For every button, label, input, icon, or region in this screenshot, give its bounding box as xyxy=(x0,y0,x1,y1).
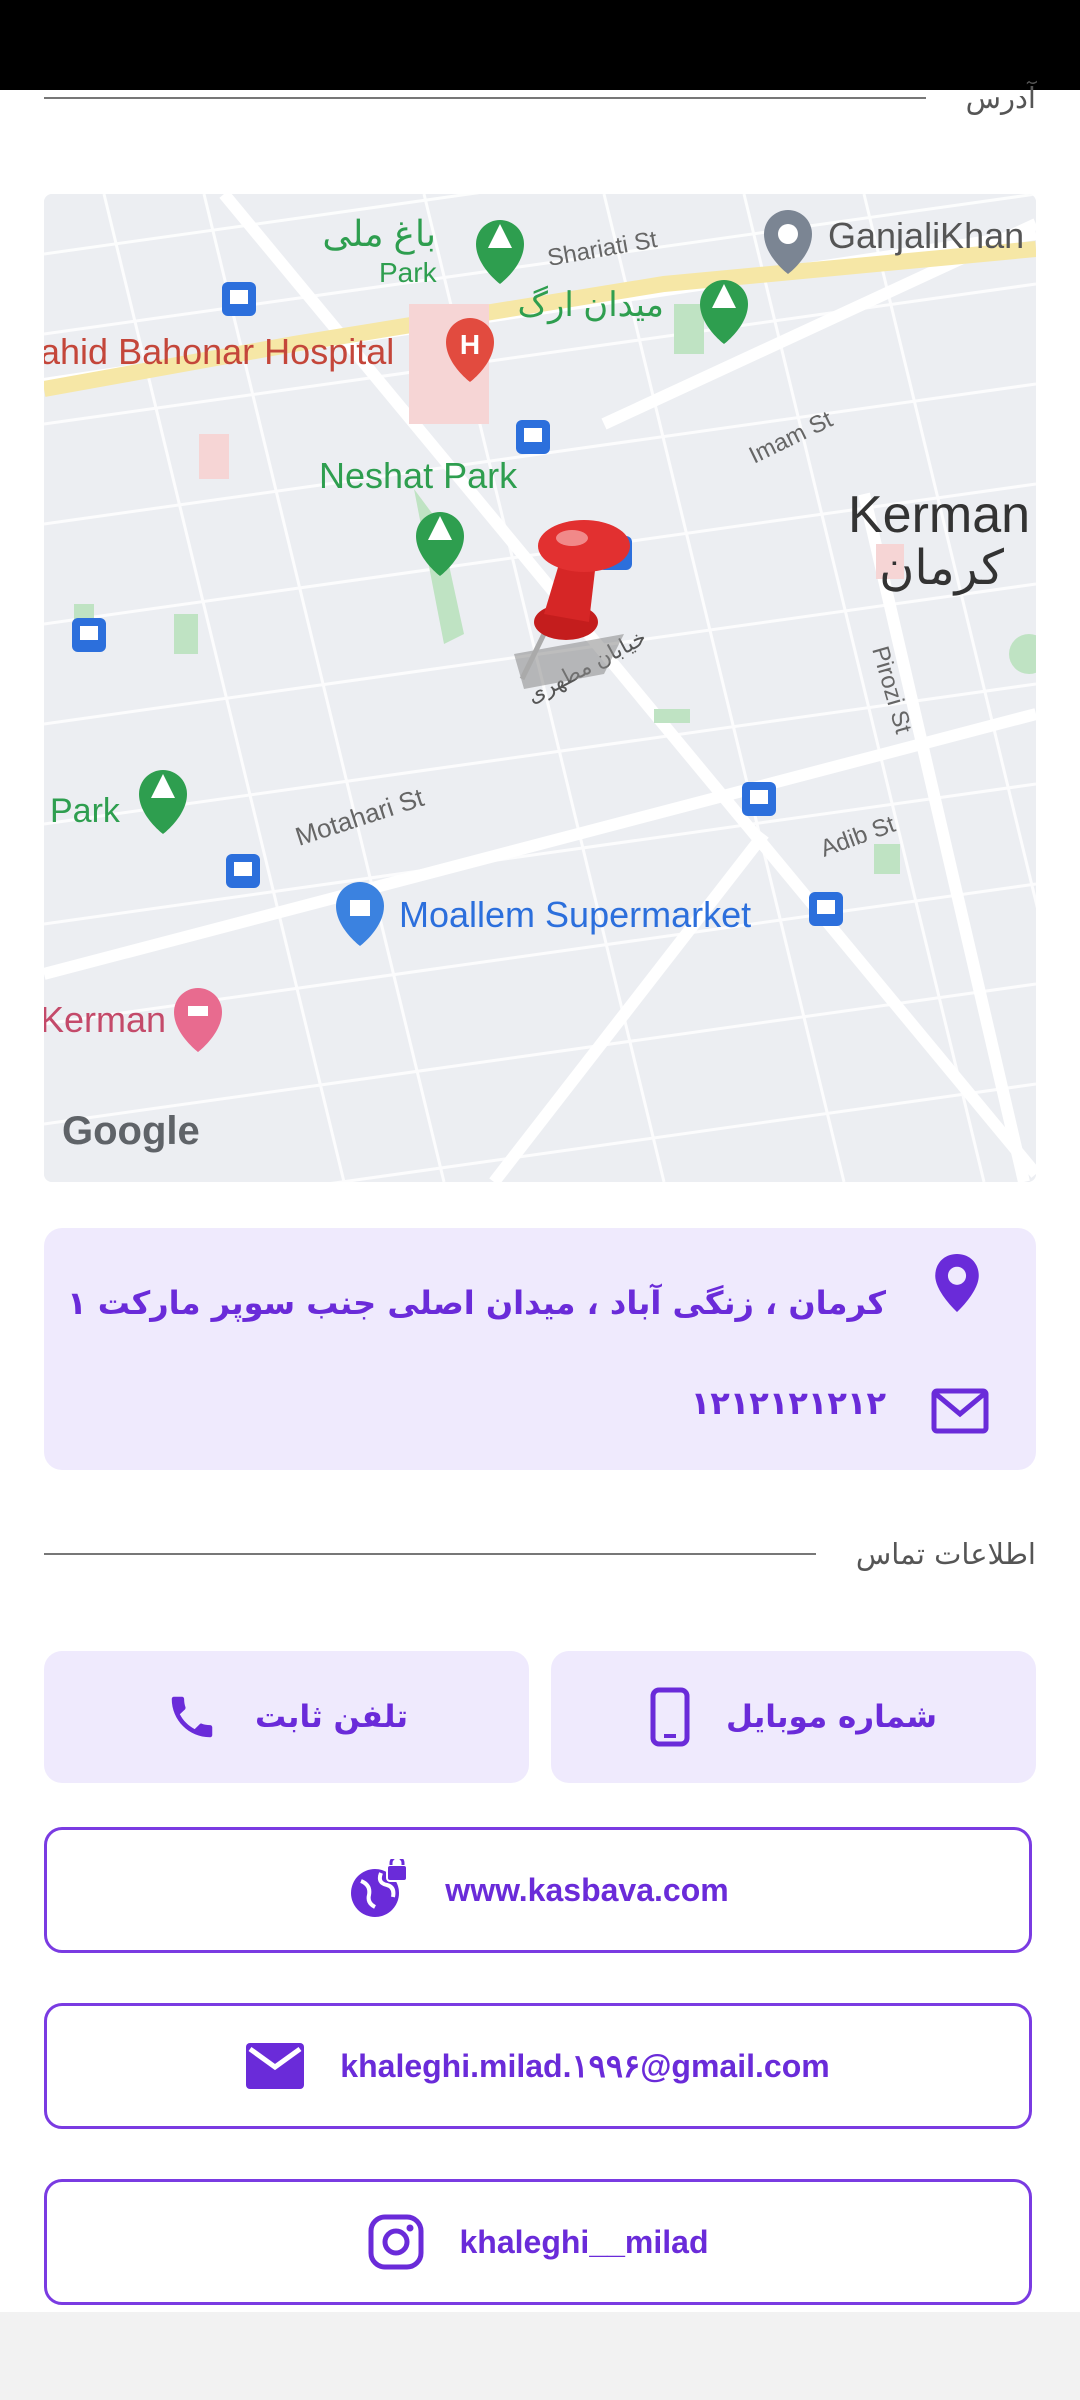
instagram-button[interactable]: khaleghi__milad xyxy=(44,2179,1032,2305)
bus-stop-icon xyxy=(222,282,256,316)
address-section-header: آدرس xyxy=(44,78,1036,118)
map-label: کرمان xyxy=(879,542,1004,596)
mobile-number-label: شماره موبایل xyxy=(725,1699,938,1735)
map-label: Neshat Park xyxy=(319,455,518,496)
address-text: کرمان ، زنگی آباد ، میدان اصلی جنب سوپر … xyxy=(67,1284,886,1322)
map-label: Kerman xyxy=(44,999,166,1040)
map-label: Park xyxy=(50,792,121,830)
mobile-phone-icon xyxy=(650,1687,690,1747)
divider xyxy=(44,1553,816,1555)
mail-outline-icon xyxy=(931,1388,989,1434)
mobile-number-button[interactable]: شماره موبایل xyxy=(551,1651,1036,1783)
map-canvas: H باغ ملی Park Shariati St GanjaliKhan م… xyxy=(44,194,1036,1182)
instagram-label: khaleghi__milad xyxy=(459,2223,709,2260)
map-label: باغ ملی xyxy=(322,213,436,255)
bottom-bar xyxy=(0,2312,1080,2400)
website-button[interactable]: www.kasbava.com xyxy=(44,1827,1032,1953)
map-label: GanjaliKhan xyxy=(828,215,1024,256)
email-label: khaleghi.milad.۱۹۹۶@gmail.com xyxy=(340,2048,830,2084)
landline-button[interactable]: تلفن ثابت xyxy=(44,1651,529,1783)
map-label: میدان ارگ xyxy=(518,285,664,325)
bus-stop-icon xyxy=(809,892,843,926)
instagram-icon xyxy=(368,2214,423,2270)
bus-stop-icon xyxy=(226,854,260,888)
google-logo: Google xyxy=(62,1109,200,1153)
divider xyxy=(44,97,926,99)
contact-section-header: اطلاعات تماس xyxy=(44,1534,1036,1574)
website-label: www.kasbava.com xyxy=(445,1871,729,1908)
map-label: ahid Bahonar Hospital xyxy=(44,331,394,372)
landline-label: تلفن ثابت xyxy=(254,1699,409,1735)
contact-section-title: اطلاعات تماس xyxy=(855,1537,1036,1571)
map-label: Park xyxy=(379,257,438,288)
bus-stop-icon xyxy=(72,618,106,652)
mail-icon xyxy=(246,2043,305,2089)
map-label: Kerman xyxy=(848,486,1030,544)
phone-icon xyxy=(171,1696,213,1738)
postal-code-text: ۱۲۱۲۱۲۱۲۱۲ xyxy=(690,1384,886,1422)
bus-stop-icon xyxy=(516,420,550,454)
location-icon xyxy=(935,1254,979,1312)
globe-lock-icon xyxy=(351,1859,409,1917)
location-map[interactable]: H باغ ملی Park Shariati St GanjaliKhan م… xyxy=(44,194,1036,1182)
email-button[interactable]: khaleghi.milad.۱۹۹۶@gmail.com xyxy=(44,2003,1032,2129)
status-bar xyxy=(0,0,1080,90)
map-label: Moallem Supermarket xyxy=(399,894,751,935)
bus-stop-icon xyxy=(742,782,776,816)
address-section-title: آدرس xyxy=(965,81,1036,115)
address-info-card: کرمان ، زنگی آباد ، میدان اصلی جنب سوپر … xyxy=(44,1228,1036,1470)
svg-text:H: H xyxy=(460,329,480,360)
